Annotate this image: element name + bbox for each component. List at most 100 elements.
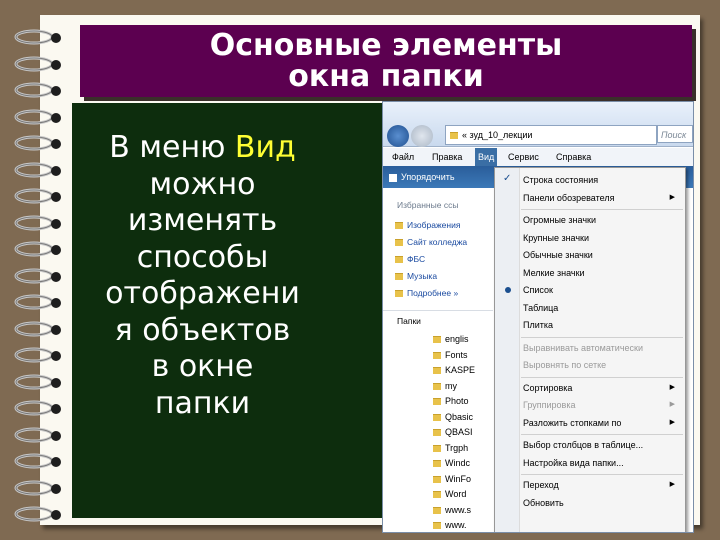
- spiral-ring: [14, 56, 61, 71]
- menu-separator: [521, 336, 683, 338]
- address-field[interactable]: « зуд_10_лекции: [445, 125, 657, 145]
- view-menu-item[interactable]: Обновить: [523, 495, 683, 511]
- menu-item-0[interactable]: Файл: [389, 148, 417, 166]
- menu-bar: Файл Правка Вид Сервис Справка: [383, 148, 693, 166]
- folder-icon: [433, 336, 441, 344]
- view-menu-item-label: Выбор столбцов в таблице...: [523, 440, 644, 450]
- view-menu-item[interactable]: Список: [523, 282, 683, 298]
- folder-list-item[interactable]: Photo: [433, 394, 469, 408]
- spiral-ring: [14, 268, 61, 283]
- favorite-label: Музыка: [407, 271, 438, 281]
- view-menu-item-label: Сортировка: [523, 382, 573, 393]
- view-menu-item[interactable]: Панели обозревателя ▶: [523, 190, 683, 206]
- folder-icon: [450, 132, 458, 140]
- spiral-ring: [14, 321, 61, 336]
- organize-icon: [389, 173, 397, 182]
- view-menu-item-label: Плитка: [523, 320, 554, 330]
- view-menu-item-label: Выравнивать автоматически: [523, 342, 643, 353]
- view-menu-item-label: Строка состояния: [523, 175, 599, 185]
- folder-icon: [433, 475, 441, 483]
- body-line-text: отображени: [105, 276, 300, 311]
- menu-item-1[interactable]: Правка: [429, 148, 465, 166]
- view-menu-item-label: Панели обозревателя: [523, 192, 615, 203]
- menu-item-3[interactable]: Сервис: [505, 148, 542, 166]
- back-button[interactable]: [387, 125, 409, 147]
- view-menu-item-label: Крупные значки: [523, 232, 590, 243]
- view-menu-item-label: Разложить стопками по: [523, 417, 622, 428]
- favorite-link[interactable]: Музыка: [395, 269, 437, 283]
- slide-title: Основные элементы окна папки: [80, 25, 692, 97]
- folder-list-item[interactable]: Word: [433, 487, 466, 501]
- folder-list-item[interactable]: Trgph: [433, 441, 468, 455]
- folder-list-item[interactable]: Windc: [433, 456, 470, 470]
- folder-icon: [433, 429, 441, 437]
- spiral-ring: [14, 162, 61, 177]
- spiral-ring: [14, 29, 61, 45]
- folder-name: englis: [445, 334, 469, 344]
- view-menu-item[interactable]: Настройка вида папки...: [523, 455, 683, 471]
- view-menu-item-label: Группировка: [523, 400, 576, 410]
- submenu-arrow-icon: ▶: [669, 418, 675, 426]
- spiral-ring: [14, 453, 61, 469]
- folder-list-item[interactable]: englis: [433, 332, 469, 346]
- folder-list-item[interactable]: QBASI: [433, 425, 473, 439]
- title-line-1: Основные элементы: [209, 28, 563, 63]
- folder-name: Windc: [445, 458, 471, 468]
- favorite-link[interactable]: Изображения: [395, 218, 460, 232]
- menu-item-2[interactable]: Вид: [475, 148, 498, 166]
- view-menu-item[interactable]: Выбор столбцов в таблице...: [523, 437, 683, 453]
- folder-name: Photo: [445, 396, 469, 406]
- folder-list-item[interactable]: WinFo: [433, 472, 471, 486]
- view-menu-item[interactable]: Таблица: [523, 300, 683, 316]
- favorite-label: Сайт колледжа: [407, 237, 468, 247]
- menu-separator: [521, 474, 683, 475]
- body-line-text: изменять: [127, 203, 278, 238]
- body-line: отображени: [75, 276, 330, 313]
- menu-item-4[interactable]: Справка: [553, 148, 594, 166]
- folder-name: WinFo: [445, 473, 472, 484]
- view-menu-item[interactable]: Огромные значки: [523, 212, 683, 228]
- view-menu-item[interactable]: Разложить стопками по ▶: [523, 415, 683, 431]
- spiral-ring: [14, 506, 61, 522]
- submenu-arrow-icon: ▶: [669, 481, 675, 488]
- favorite-label: ФБС: [407, 254, 426, 264]
- folder-list-item[interactable]: www.: [433, 518, 467, 532]
- folder-list-item[interactable]: Fonts: [433, 348, 468, 362]
- body-line-text: можно: [149, 166, 256, 202]
- folder-list-item[interactable]: KASPE: [433, 363, 475, 377]
- folder-icon: [433, 413, 441, 421]
- favorite-link[interactable]: ФБС: [395, 252, 425, 266]
- address-bar-area: « зуд_10_лекции Поиск: [383, 102, 693, 147]
- folders-header[interactable]: Папки: [397, 314, 421, 328]
- view-menu-dropdown: ✓ Строка состояния Панели обозревателя ▶ Огр…: [494, 167, 686, 532]
- favorite-link[interactable]: Подробнее »: [395, 286, 458, 300]
- folder-name: Qbasic: [445, 411, 474, 422]
- forward-button[interactable]: [411, 125, 433, 147]
- folder-list-item[interactable]: Qbasic: [433, 410, 473, 424]
- body-line: В меню Вид: [75, 130, 330, 167]
- navigation-pane: Избранные ссы Изображения Сайт колледжа ФБ…: [383, 190, 493, 532]
- menu-separator: [521, 434, 683, 435]
- spiral-ring: [14, 82, 61, 98]
- folder-name: www.s: [445, 504, 472, 515]
- folder-name: QBASI: [445, 427, 473, 437]
- view-menu-item[interactable]: Сортировка ▶: [523, 380, 683, 396]
- favorite-link[interactable]: Сайт колледжа: [395, 235, 467, 249]
- view-menu-item[interactable]: Крупные значки: [523, 230, 683, 246]
- folder-icon: [395, 290, 403, 298]
- folder-name: Fonts: [445, 349, 468, 360]
- folder-list-item[interactable]: www.s: [433, 503, 471, 517]
- view-menu-item[interactable]: Обычные значки: [523, 247, 683, 263]
- view-menu-item-label: Таблица: [523, 302, 559, 313]
- view-menu-item[interactable]: Плитка: [523, 317, 683, 333]
- view-menu-item[interactable]: Строка состояния: [523, 172, 683, 188]
- view-menu-item[interactable]: Мелкие значки: [523, 265, 683, 281]
- folder-icon: [433, 382, 441, 390]
- organize-button[interactable]: Упорядочить: [389, 166, 455, 188]
- view-menu-item[interactable]: Переход ▶: [523, 477, 683, 493]
- search-input[interactable]: Поиск: [657, 125, 693, 143]
- submenu-arrow-icon: ▶: [669, 383, 675, 391]
- folder-list-item[interactable]: my: [433, 379, 457, 393]
- spiral-ring: [14, 347, 61, 363]
- folder-icon: [395, 256, 403, 264]
